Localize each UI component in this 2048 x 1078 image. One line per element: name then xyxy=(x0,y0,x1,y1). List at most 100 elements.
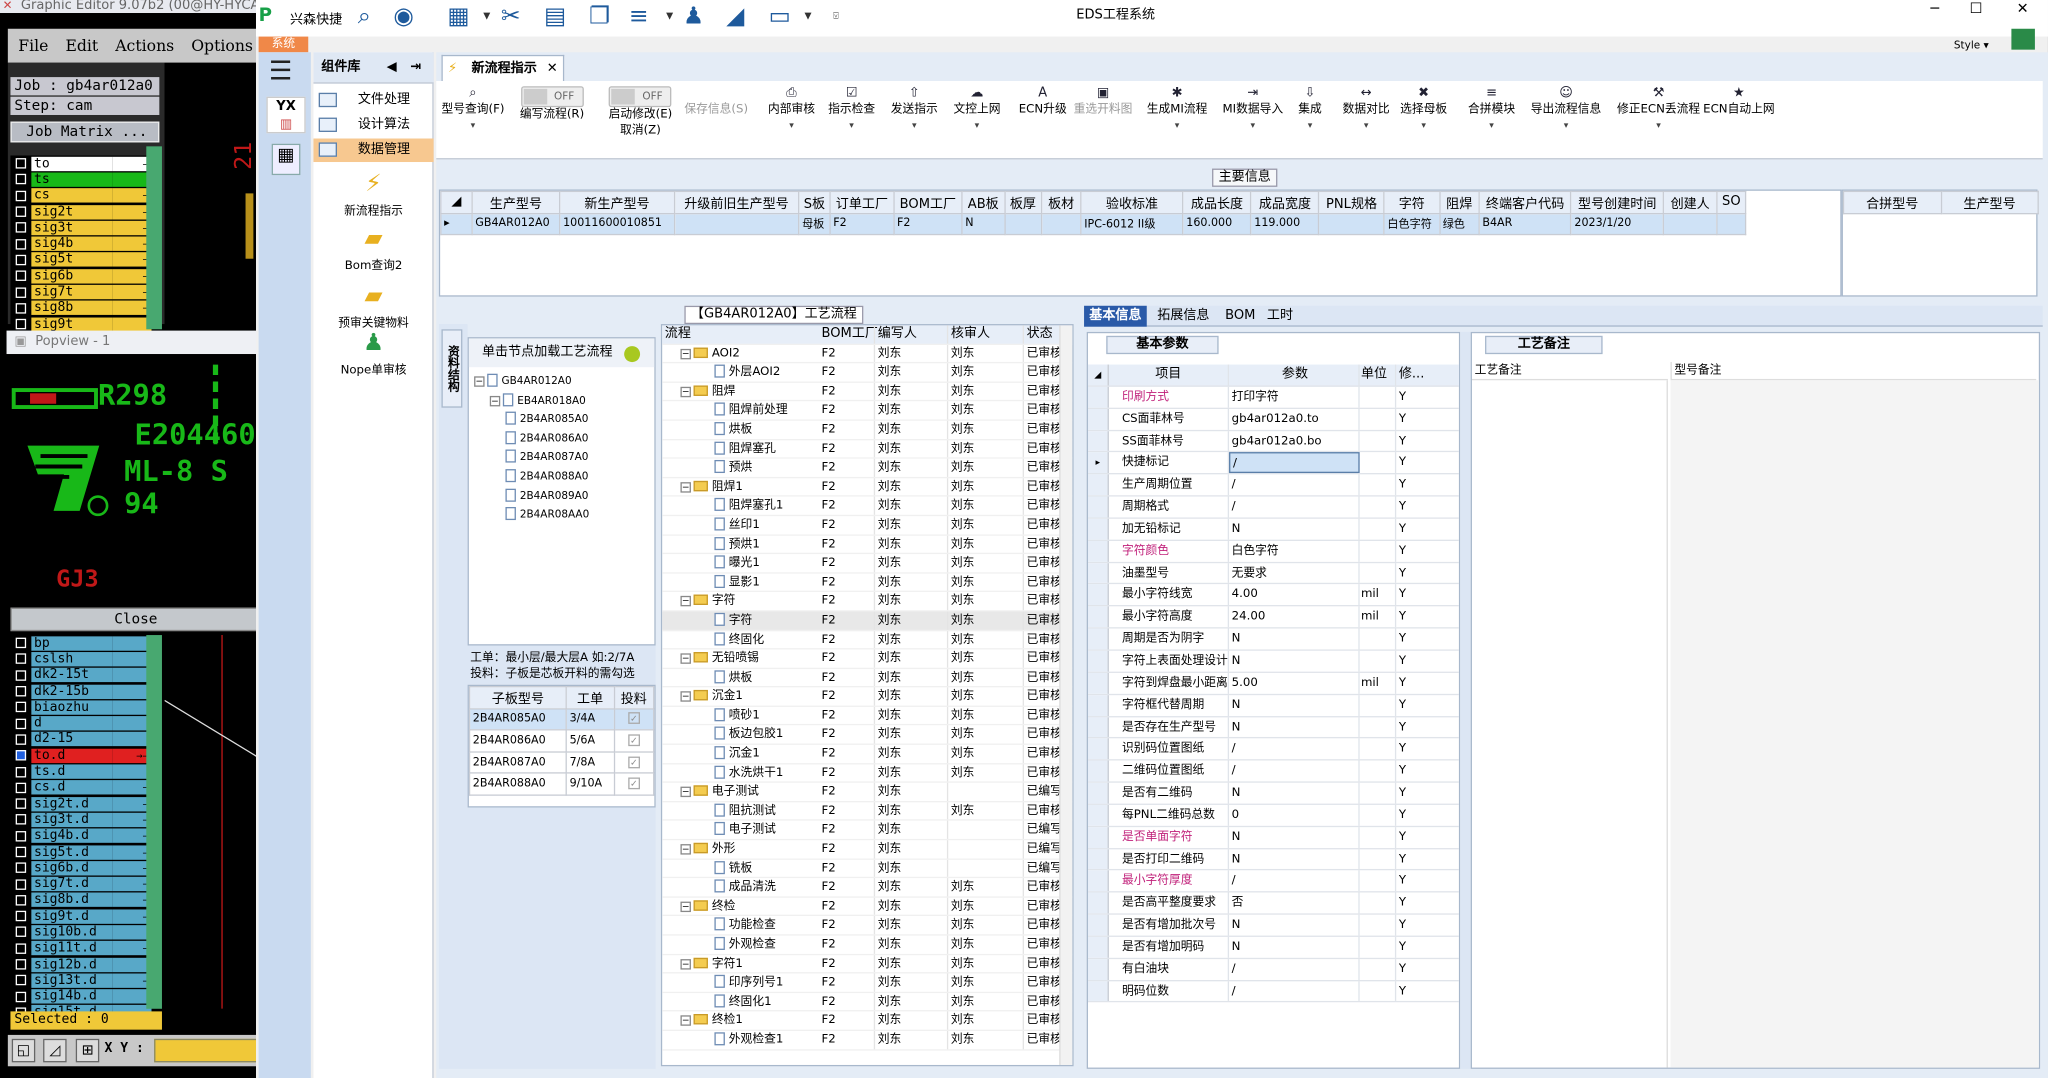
layer-row[interactable]: sig8b→ xyxy=(10,300,156,316)
layer-checkbox[interactable] xyxy=(15,798,27,809)
layer-row[interactable]: d2-15 xyxy=(10,731,156,747)
tree-node[interactable]: 2B4AR085A0 xyxy=(474,411,652,430)
tree-node[interactable]: − EB4AR018A0 xyxy=(474,391,652,410)
flow-row[interactable]: − 沉金1 F2 刘东 刘东 已审核 xyxy=(662,687,1073,707)
main-cell[interactable] xyxy=(673,212,800,236)
layer-row[interactable]: sig9t.d→ xyxy=(10,908,156,924)
flow-row[interactable]: 预烘 F2 刘东 刘东 已审核 xyxy=(662,458,1073,478)
sub-col-model[interactable]: 子板型号 xyxy=(468,686,567,709)
layer-row[interactable]: to→ xyxy=(10,155,156,171)
ribbon-dropdown-icon[interactable]: ▾ xyxy=(1617,118,1700,134)
flow-row[interactable]: 功能检查 F2 刘东 刘东 已审核 xyxy=(662,916,1073,936)
flow-row[interactable]: 烘板 F2 刘东 刘东 已审核 xyxy=(662,420,1073,440)
cam-menu-item[interactable]: Edit xyxy=(65,37,98,55)
main-cell[interactable]: 母板 xyxy=(798,212,831,236)
flow-row[interactable]: − AOI2 F2 刘东 刘东 已审核 xyxy=(662,344,1073,364)
param-row[interactable]: 识别码位置图纸 / Y xyxy=(1087,738,1459,761)
param-row[interactable]: 是否打印二维码 N Y xyxy=(1087,848,1459,871)
sub-col-order[interactable]: 工单 xyxy=(565,686,615,709)
collapse-icon[interactable]: − xyxy=(680,348,691,359)
layer-row[interactable]: sig2t→ xyxy=(10,204,156,220)
param-value[interactable]: 5.00 xyxy=(1229,672,1360,694)
flow-col-process[interactable]: 流程 xyxy=(662,325,819,343)
job-matrix-button[interactable]: Job Matrix ... xyxy=(10,121,160,143)
merge-col-model[interactable]: 合拼型号 xyxy=(1842,190,1942,214)
collapse-icon[interactable]: − xyxy=(680,786,691,798)
param-value[interactable]: N xyxy=(1229,518,1360,540)
tree-node[interactable]: 2B4AR08AA0 xyxy=(474,506,652,525)
param-value[interactable]: 否 xyxy=(1229,892,1360,914)
close-button[interactable]: Close xyxy=(10,607,262,632)
collapse-icon[interactable]: − xyxy=(680,901,691,912)
flow-row[interactable]: − 电子测试 F2 刘东 已编写 xyxy=(662,783,1073,803)
new-flow-tool[interactable]: ⚡ 新流程指示 xyxy=(313,170,433,218)
layer-checkbox[interactable] xyxy=(15,894,27,906)
param-value[interactable]: 打印字符 xyxy=(1229,386,1360,408)
layer-row[interactable]: sig6b.d→ xyxy=(10,860,156,876)
main-cell[interactable] xyxy=(1040,212,1082,236)
sub-row[interactable]: 2B4AR086A0 5/6A ✓ xyxy=(468,729,655,753)
detail-tab[interactable]: 基本信息 xyxy=(1084,305,1147,327)
main-col-header[interactable]: 验收标准 xyxy=(1080,190,1184,214)
param-row[interactable]: 明码位数 / Y xyxy=(1087,980,1459,1003)
tab-close-icon[interactable]: ✕ xyxy=(547,56,558,81)
layer-checkbox[interactable] xyxy=(15,750,27,761)
main-cell[interactable] xyxy=(1662,212,1718,236)
ribbon-button[interactable]: ▣ 重选开料图 xyxy=(1074,86,1133,117)
bom-query-tool[interactable]: ▰ Bom查询2 xyxy=(313,225,433,273)
layer-row[interactable]: sig12b.d xyxy=(10,956,156,972)
param-value[interactable]: gb4ar012a0.to xyxy=(1229,408,1360,430)
main-cell[interactable] xyxy=(1003,212,1043,236)
main-col-header[interactable]: 创建人 xyxy=(1662,190,1718,214)
grid-layout-icon[interactable] xyxy=(2011,28,2035,50)
merge-col-production[interactable]: 生产型号 xyxy=(1940,190,2039,214)
main-row[interactable]: ▸ GB4AR012A0 10011600010851 母板 F2 F2 N IPC-6012… xyxy=(440,212,1747,236)
flow-row[interactable]: 印序列号1 F2 刘东 刘东 已审核 xyxy=(662,973,1073,993)
main-col-header[interactable]: BOM工厂 xyxy=(893,190,963,214)
layer-checkbox[interactable] xyxy=(15,846,27,858)
param-row[interactable]: 是否有增加批次号 N Y xyxy=(1087,914,1459,937)
param-row[interactable]: 字符框代替周期 N Y xyxy=(1087,694,1459,717)
collapse-icon[interactable]: − xyxy=(680,844,691,855)
collapse-left-icon[interactable]: ◀ xyxy=(387,52,397,83)
param-value[interactable]: N xyxy=(1229,716,1360,738)
param-row[interactable]: 周期格式 / Y xyxy=(1087,496,1459,519)
param-value[interactable]: / xyxy=(1229,474,1360,496)
layer-checkbox[interactable] xyxy=(15,734,27,745)
ribbon-button[interactable]: ↔ 数据对比 ▾ xyxy=(1343,86,1390,133)
layer-checkbox[interactable] xyxy=(15,254,27,266)
param-value[interactable]: 白色字符 xyxy=(1229,540,1360,562)
flow-row[interactable]: − 字符1 F2 刘东 刘东 已审核 xyxy=(662,954,1073,974)
flow-row[interactable]: 阻焊塞孔 F2 刘东 刘东 已审核 xyxy=(662,439,1073,459)
param-value[interactable]: N xyxy=(1229,936,1360,958)
cam-menu-item[interactable]: Options xyxy=(191,37,253,55)
param-col-item[interactable]: 项目 xyxy=(1109,364,1230,386)
layer-row[interactable]: sig6b→ xyxy=(10,268,156,284)
layer-checkbox[interactable] xyxy=(15,943,27,954)
collapse-icon[interactable]: − xyxy=(680,1015,691,1027)
param-row[interactable]: 字符颜色 白色字符 Y xyxy=(1087,540,1459,563)
flow-row[interactable]: 成品清洗 F2 刘东 刘东 已审核 xyxy=(662,878,1073,898)
param-value[interactable]: gb4ar012a0.bo xyxy=(1229,430,1360,452)
layer-row[interactable]: dk2-15t xyxy=(10,667,156,683)
flow-row[interactable]: 字符 F2 刘东 刘东 已审核 xyxy=(662,611,1073,631)
flow-row[interactable]: − 字符 F2 刘东 刘东 已审核 xyxy=(662,592,1073,612)
calculator-icon[interactable]: ▦ xyxy=(271,143,301,176)
flow-row[interactable]: 阻焊塞孔1 F2 刘东 刘东 已审核 xyxy=(662,496,1073,517)
ribbon-button[interactable]: ✖ 选择母板 ▾ xyxy=(1400,86,1447,133)
ribbon-button[interactable]: OFF 启动修改(E) 取消(Z) xyxy=(609,86,672,138)
param-row[interactable]: 有白油块 / Y xyxy=(1087,958,1459,981)
detail-tab[interactable]: BOM xyxy=(1220,306,1261,327)
system-tab[interactable]: 系统 xyxy=(258,36,309,53)
main-cell[interactable] xyxy=(1318,212,1385,236)
ribbon-dropdown-icon[interactable]: ▾ xyxy=(768,118,815,134)
layer-row[interactable]: sig3t.d→ xyxy=(10,812,156,828)
param-row[interactable]: 字符到焊盘最小距离 5.00 mil Y xyxy=(1087,672,1459,695)
basic-params-tab[interactable]: 基本参数 xyxy=(1106,335,1219,355)
param-value[interactable]: 0 xyxy=(1229,804,1360,826)
main-cell[interactable]: 10011600010851 xyxy=(559,212,675,236)
ribbon-dropdown-icon[interactable]: ▾ xyxy=(1468,118,1515,134)
collapse-icon[interactable]: − xyxy=(680,481,691,493)
table-icon[interactable]: ▦ xyxy=(444,3,473,32)
nope-review-tool[interactable]: ♟ Nope单审核 xyxy=(313,329,433,377)
